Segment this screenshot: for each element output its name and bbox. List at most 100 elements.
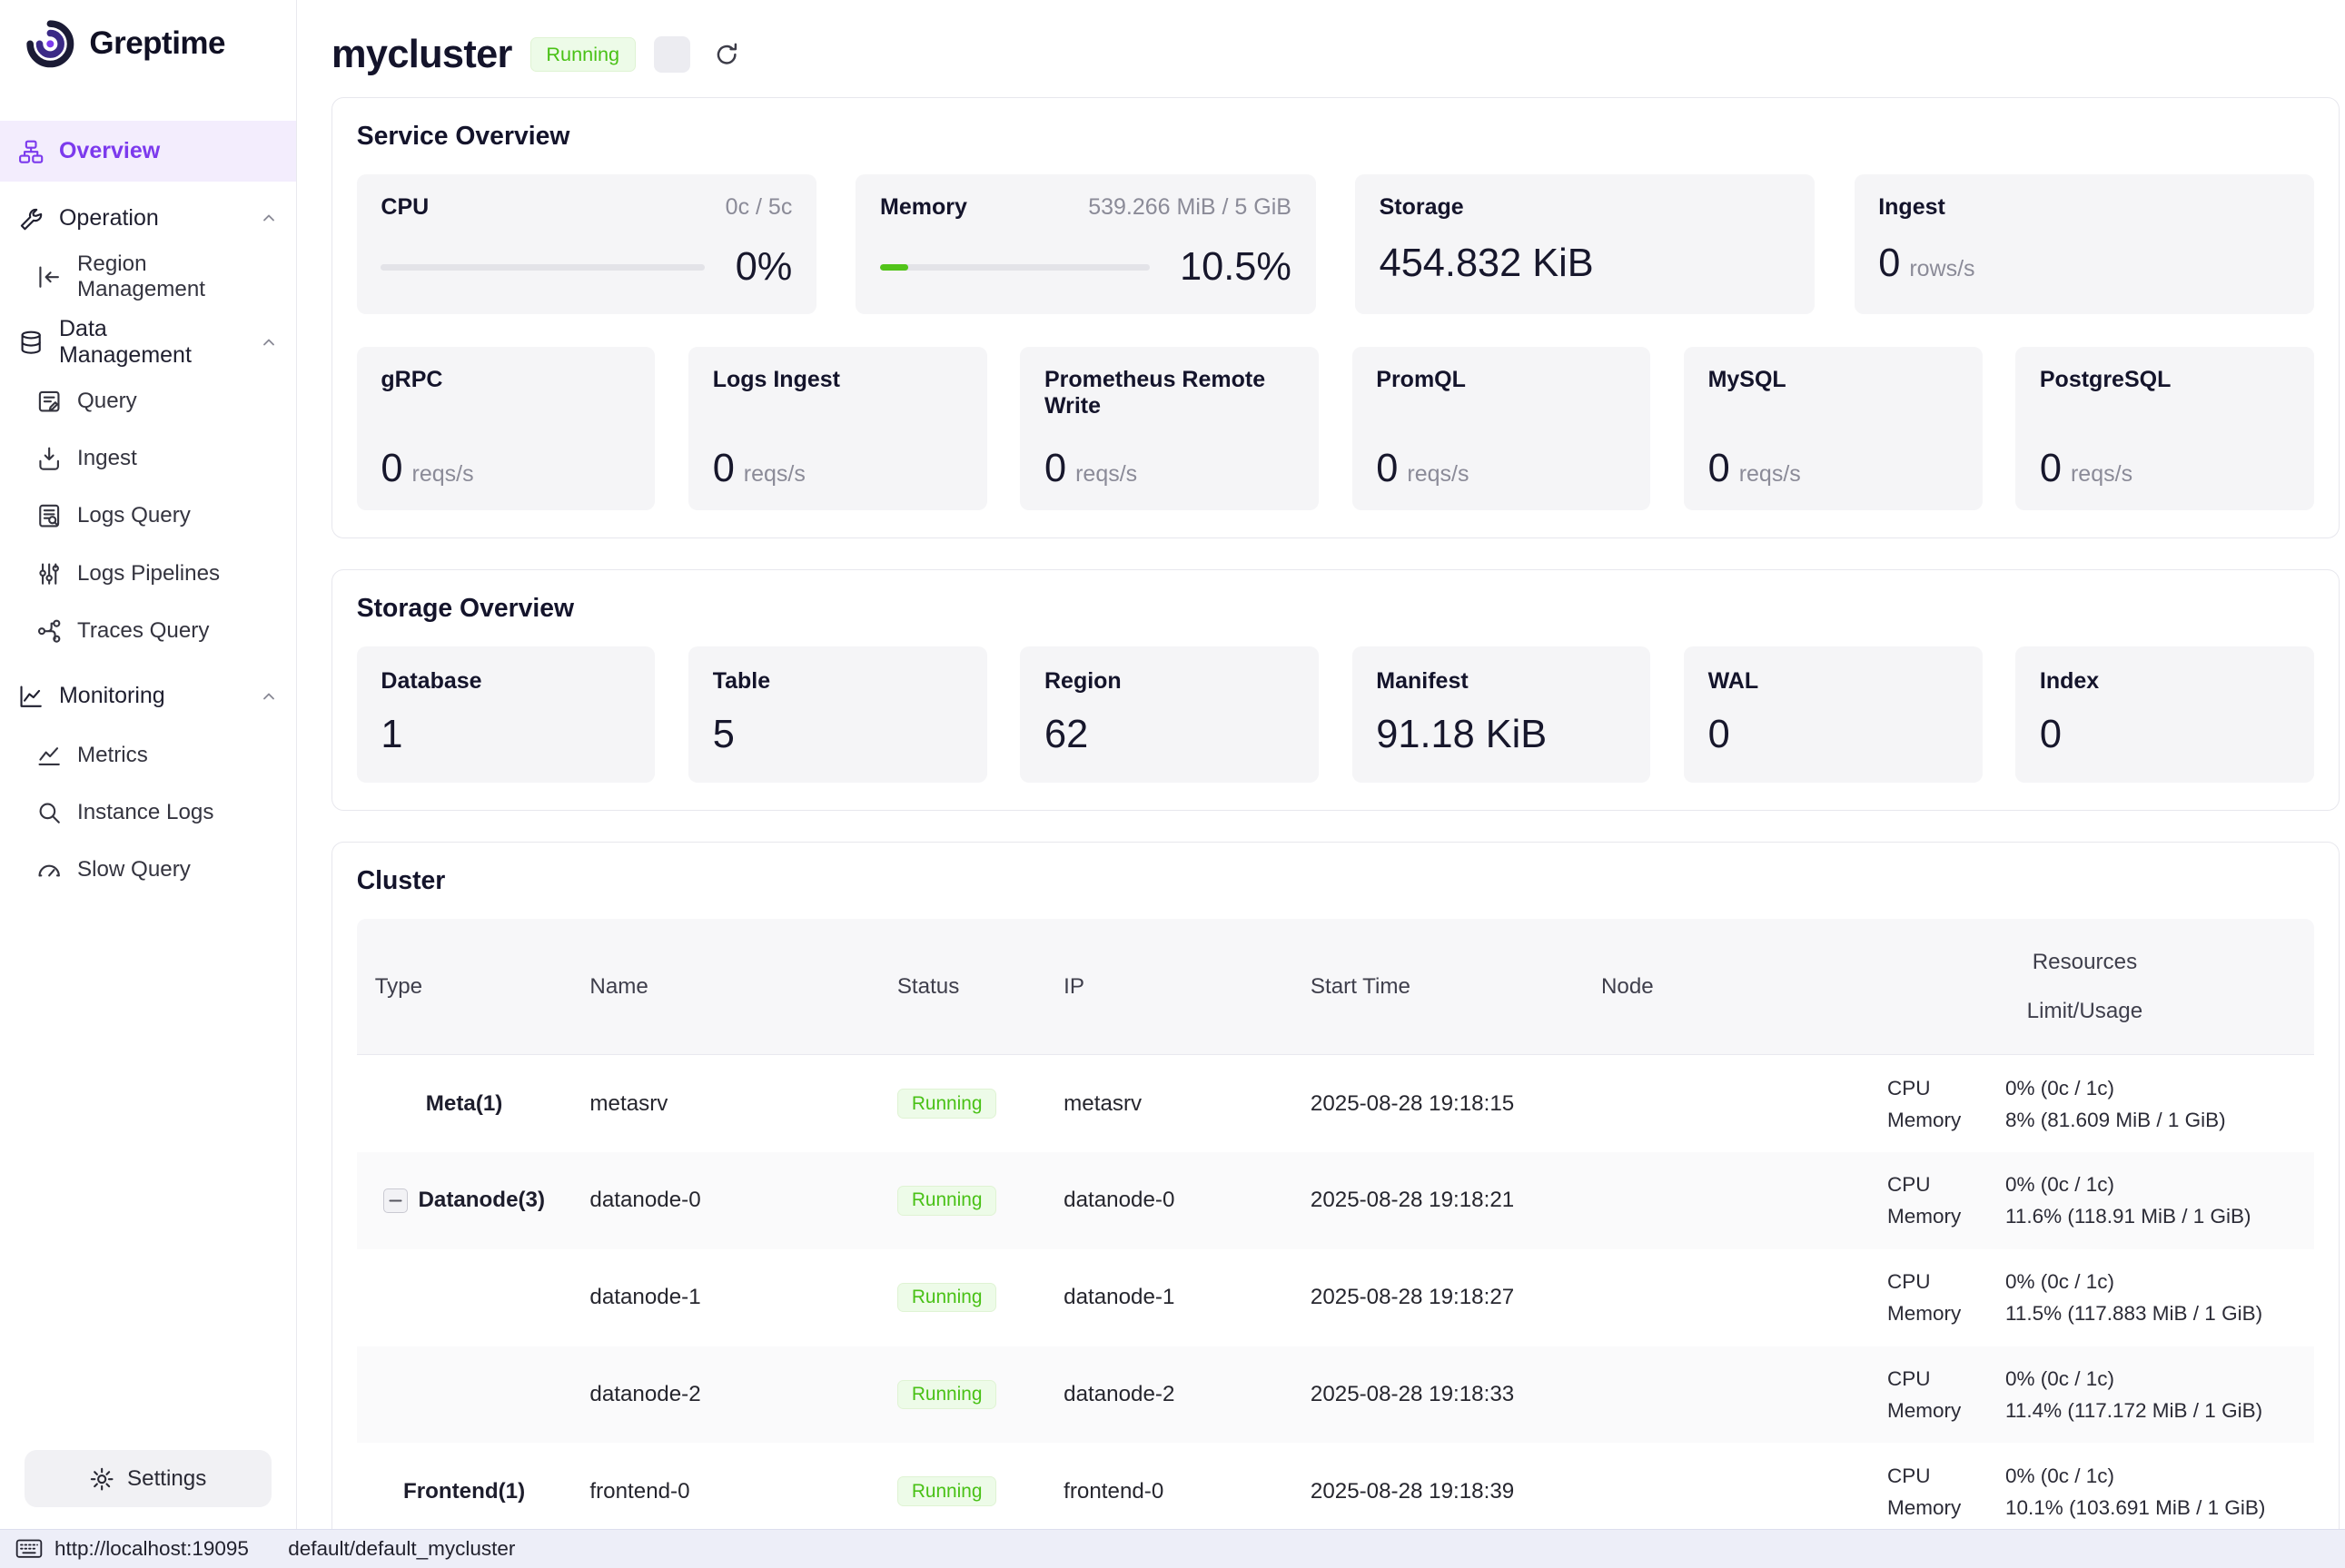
tile-label: PostgreSQL xyxy=(2040,367,2290,393)
tile-value: 91.18 KiB xyxy=(1376,713,1547,756)
row-ip: datanode-0 xyxy=(1045,1188,1292,1213)
row-memory-usage: 10.1% (103.691 MiB / 1 GiB) xyxy=(2005,1492,2265,1524)
greptime-logo-icon xyxy=(25,18,76,70)
table-row: datanode-2 Running datanode-2 2025-08-28… xyxy=(357,1346,2314,1444)
prometheus-remote-write-tile: Prometheus Remote Write 0reqs/s xyxy=(1020,347,1319,510)
card-title: Service Overview xyxy=(357,122,2314,152)
logs-ingest-tile: Logs Ingest 0reqs/s xyxy=(688,347,987,510)
storage-tiles: Database 1 Table 5 Region 62 Manifest 91… xyxy=(357,646,2314,783)
settings-label: Settings xyxy=(127,1466,206,1492)
row-ip: datanode-2 xyxy=(1045,1382,1292,1407)
row-ip: datanode-1 xyxy=(1045,1285,1292,1310)
app-window: Greptime Overview xyxy=(0,0,2345,1568)
table-body: Meta(1) metasrv Running metasrv 2025-08-… xyxy=(357,1055,2314,1528)
row-ip: frontend-0 xyxy=(1045,1479,1292,1504)
column-ip: IP xyxy=(1045,919,1292,1054)
memory-progress-bar xyxy=(880,264,1150,271)
rate-value: 0 xyxy=(1376,447,1398,490)
rate-value: 0 xyxy=(2040,447,2062,490)
rate-unit: reqs/s xyxy=(1739,461,1801,487)
magnifier-icon xyxy=(36,800,62,825)
toolbar-button[interactable] xyxy=(654,36,690,73)
settings-button[interactable]: Settings xyxy=(25,1450,272,1507)
table-tile: Table 5 xyxy=(688,646,987,783)
table-row: Frontend(1) frontend-0 Running frontend-… xyxy=(357,1443,2314,1528)
tile-label: PromQL xyxy=(1376,367,1626,393)
sidebar-item-label: Overview xyxy=(59,138,160,164)
rate-unit: reqs/s xyxy=(1407,461,1469,487)
row-start-time: 2025-08-28 19:18:33 xyxy=(1292,1382,1583,1407)
tile-label: Prometheus Remote Write xyxy=(1044,367,1294,419)
row-memory-usage: 11.5% (117.883 MiB / 1 GiB) xyxy=(2005,1297,2262,1329)
sidebar-group-label: Monitoring xyxy=(59,683,165,709)
tile-label: Table xyxy=(713,668,770,694)
sidebar-nav: Overview Operation xyxy=(0,88,296,1429)
row-resources: CPUMemory 0% (0c / 1c)10.1% (103.691 MiB… xyxy=(1887,1460,2265,1524)
storage-value: 454.832 KiB xyxy=(1380,242,1594,285)
status-badge: Running xyxy=(897,1476,997,1506)
sidebar-item-instance-logs[interactable]: Instance Logs xyxy=(0,784,296,841)
ingest-unit: rows/s xyxy=(1909,256,1974,281)
column-limit-usage-label: Limit/Usage xyxy=(2027,999,2143,1024)
row-type: Frontend(1) xyxy=(403,1479,525,1504)
row-name: datanode-2 xyxy=(571,1382,878,1407)
sidebar-group-data-management[interactable]: Data Management xyxy=(0,311,296,372)
status-bar: http://localhost:19095 default/default_m… xyxy=(0,1529,2345,1568)
collapse-row-icon[interactable] xyxy=(383,1188,408,1213)
sidebar-item-label: Traces Query xyxy=(77,618,209,644)
page-title: mycluster xyxy=(331,33,512,77)
tile-value: 1 xyxy=(381,713,402,756)
tile-value: 62 xyxy=(1044,713,1088,756)
row-start-time: 2025-08-28 19:18:27 xyxy=(1292,1285,1583,1310)
row-resources: CPUMemory 0% (0c / 1c)11.4% (117.172 MiB… xyxy=(1887,1363,2262,1426)
status-url-group: http://localhost:19095 xyxy=(15,1537,249,1561)
sidebar-item-traces-query[interactable]: Traces Query xyxy=(0,602,296,659)
storage-overview-card: Storage Overview Database 1 Table 5 Regi… xyxy=(331,569,2339,812)
tile-label: WAL xyxy=(1708,668,1759,694)
main-content: mycluster Running Service Overview xyxy=(297,0,2345,1529)
row-cpu-usage: 0% (0c / 1c) xyxy=(2005,1460,2265,1492)
sidebar-item-logs-query[interactable]: Logs Query xyxy=(0,488,296,545)
page-header: mycluster Running xyxy=(331,0,2339,79)
column-name: Name xyxy=(571,919,878,1054)
row-resources: CPUMemory 0% (0c / 1c)8% (81.609 MiB / 1… xyxy=(1887,1072,2226,1136)
row-resources: CPUMemory 0% (0c / 1c)11.5% (117.883 MiB… xyxy=(1887,1266,2262,1329)
refresh-button[interactable] xyxy=(708,36,745,73)
cpu-tile: CPU 0c / 5c 0% xyxy=(357,174,816,313)
wrench-icon xyxy=(18,205,44,231)
cpu-progress-bar xyxy=(381,264,705,271)
brand-name: Greptime xyxy=(89,25,225,62)
status-badge: Running xyxy=(897,1380,997,1410)
rate-value: 0 xyxy=(713,447,735,490)
sidebar-item-query[interactable]: Query xyxy=(0,372,296,429)
tile-label: CPU xyxy=(381,194,429,221)
sidebar: Greptime Overview xyxy=(0,0,297,1529)
sidebar-item-slow-query[interactable]: Slow Query xyxy=(0,842,296,899)
sidebar-item-region-management[interactable]: Region Management xyxy=(0,248,296,305)
greptime-logo: Greptime xyxy=(0,0,296,88)
row-name: frontend-0 xyxy=(571,1479,878,1504)
row-type: Meta(1) xyxy=(426,1091,503,1117)
cpu-label: CPU xyxy=(1887,1460,2005,1492)
ingest-icon xyxy=(36,446,62,471)
keyboard-icon xyxy=(15,1538,43,1559)
row-memory-usage: 11.6% (118.91 MiB / 1 GiB) xyxy=(2005,1200,2251,1232)
manifest-tile: Manifest 91.18 KiB xyxy=(1352,646,1651,783)
chevron-up-icon xyxy=(260,333,278,351)
sidebar-item-label: Metrics xyxy=(77,743,148,768)
metrics-icon xyxy=(36,743,62,768)
sidebar-item-label: Region Management xyxy=(77,251,278,302)
logs-pipelines-icon xyxy=(36,561,62,587)
sidebar-item-metrics[interactable]: Metrics xyxy=(0,726,296,784)
sidebar-item-overview[interactable]: Overview xyxy=(0,121,296,182)
column-type: Type xyxy=(357,919,572,1054)
table-row: datanode-1 Running datanode-1 2025-08-28… xyxy=(357,1249,2314,1346)
sidebar-item-ingest[interactable]: Ingest xyxy=(0,429,296,487)
wal-tile: WAL 0 xyxy=(1684,646,1983,783)
cluster-status-badge: Running xyxy=(530,37,636,72)
memory-label: Memory xyxy=(1887,1395,2005,1426)
sidebar-group-monitoring[interactable]: Monitoring xyxy=(0,666,296,726)
sidebar-group-operation[interactable]: Operation xyxy=(0,188,296,249)
row-memory-usage: 8% (81.609 MiB / 1 GiB) xyxy=(2005,1104,2226,1136)
sidebar-item-logs-pipelines[interactable]: Logs Pipelines xyxy=(0,545,296,602)
